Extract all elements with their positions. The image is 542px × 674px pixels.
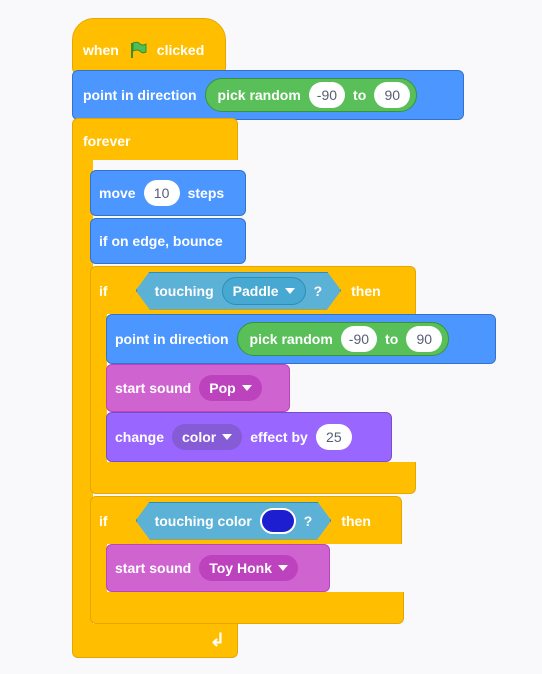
question-mark: ?	[303, 512, 313, 529]
forever-block[interactable]: forever	[72, 118, 238, 160]
change-label: change	[115, 429, 165, 445]
if-label: if	[99, 512, 108, 529]
move-steps-input[interactable]: 10	[143, 180, 180, 206]
move-steps-block[interactable]: move 10 steps	[90, 170, 246, 216]
sound-dropdown[interactable]: Pop	[199, 375, 262, 401]
if2-bottom	[90, 592, 404, 624]
pick-random-label: pick random	[217, 87, 301, 103]
point-in-direction-block-2[interactable]: point in direction pick random -90 to 90	[106, 314, 496, 364]
pick-random-reporter[interactable]: pick random -90 to 90	[236, 322, 450, 356]
random-to-input[interactable]: 90	[406, 326, 443, 352]
chevron-down-icon	[222, 434, 233, 440]
random-from-input[interactable]: -90	[340, 326, 378, 352]
if-on-edge-bounce-block[interactable]: if on edge, bounce	[90, 218, 246, 264]
random-to-input[interactable]: 90	[374, 82, 411, 108]
sound-value: Pop	[209, 380, 236, 396]
if1-bottom	[90, 462, 416, 494]
if2-arm	[90, 542, 107, 594]
change-effect-block[interactable]: change color effect by 25	[106, 412, 392, 462]
touching-sensing-block[interactable]: touching Paddle ?	[136, 272, 342, 310]
touching-label: touching	[154, 282, 214, 299]
if-touching-color-block[interactable]: if touching color ? then	[90, 496, 402, 544]
forever-label: forever	[83, 133, 131, 149]
steps-label: steps	[187, 185, 225, 201]
pick-random-label: pick random	[249, 331, 333, 347]
chevron-down-icon	[285, 288, 295, 294]
loop-arrow-icon: ↲	[209, 630, 225, 650]
touching-color-label: touching color	[154, 512, 252, 529]
touching-target-dropdown[interactable]: Paddle	[222, 277, 306, 305]
if1-arm	[90, 312, 107, 464]
effect-dropdown[interactable]: color	[172, 424, 243, 450]
start-sound-toy-honk-block[interactable]: start sound Toy Honk	[106, 544, 330, 592]
pick-random-reporter[interactable]: pick random -90 to 90	[204, 78, 418, 112]
if-touching-paddle-block[interactable]: if touching Paddle ? then	[90, 266, 416, 314]
forever-bottom: ↲	[72, 624, 238, 658]
sound-value: Toy Honk	[209, 560, 272, 576]
start-sound-label: start sound	[115, 380, 192, 396]
clicked-label: clicked	[156, 42, 205, 58]
sound-dropdown[interactable]: Toy Honk	[199, 555, 298, 581]
start-sound-label: start sound	[115, 560, 192, 576]
effect-amount-input[interactable]: 25	[315, 424, 352, 450]
touching-target-value: Paddle	[232, 282, 279, 299]
point-in-direction-label: point in direction	[83, 87, 197, 103]
touching-color-sensing-block[interactable]: touching color ?	[136, 502, 332, 540]
to-label: to	[385, 331, 399, 347]
when-label: when	[83, 42, 119, 58]
start-sound-pop-block[interactable]: start sound Pop	[106, 364, 290, 412]
green-flag-icon	[130, 41, 147, 58]
then-label: then	[351, 282, 381, 299]
then-label: then	[341, 512, 371, 529]
random-from-input[interactable]: -90	[308, 82, 346, 108]
chevron-down-icon	[277, 565, 288, 571]
if-on-edge-bounce-label: if on edge, bounce	[99, 233, 223, 249]
point-in-direction-block[interactable]: point in direction pick random -90 to 90	[72, 70, 464, 120]
point-in-direction-label: point in direction	[115, 331, 229, 347]
chevron-down-icon	[241, 385, 252, 391]
effect-value: color	[182, 429, 217, 445]
when-flag-clicked-block[interactable]: when clicked	[72, 18, 226, 74]
if-label: if	[99, 282, 108, 299]
color-swatch[interactable]	[260, 508, 296, 534]
move-label: move	[99, 185, 136, 201]
question-mark: ?	[313, 282, 323, 299]
code-workspace[interactable]: when clicked point in direction pick ran…	[0, 0, 542, 674]
effect-by-label: effect by	[250, 429, 308, 445]
to-label: to	[353, 87, 367, 103]
